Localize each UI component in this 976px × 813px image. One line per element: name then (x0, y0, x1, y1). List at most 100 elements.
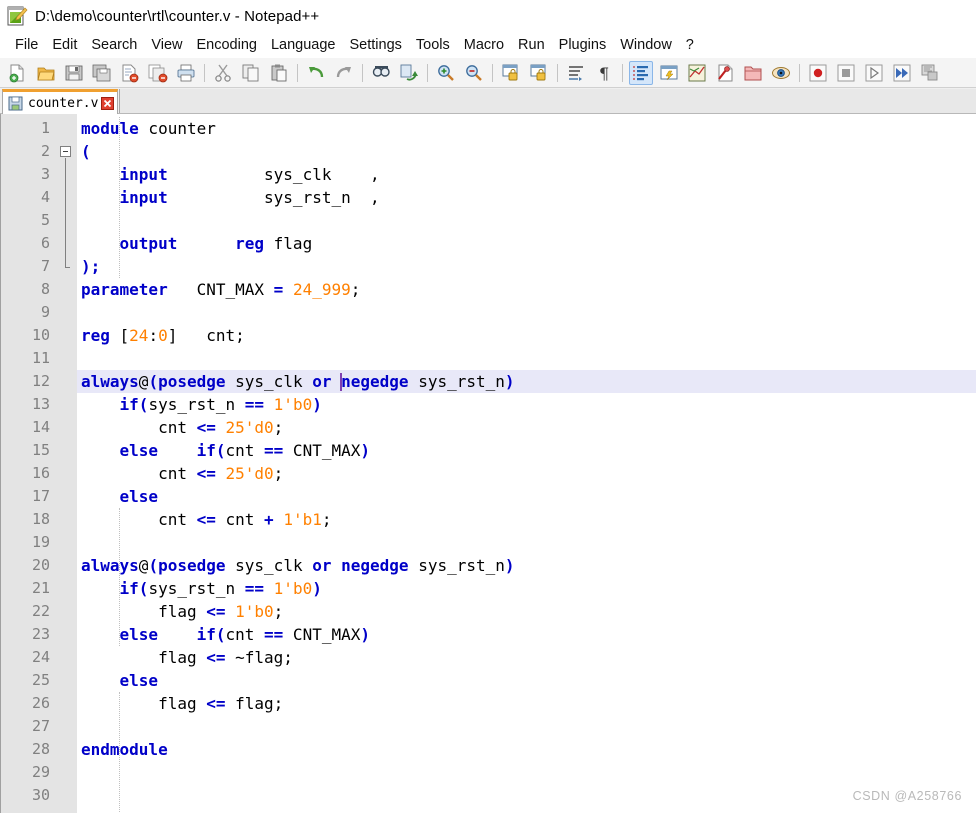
code-line[interactable] (77, 531, 976, 554)
menu-item-view[interactable]: View (144, 35, 189, 55)
menu-item-run[interactable]: Run (511, 35, 552, 55)
fold-row[interactable] (57, 301, 77, 324)
menu-item-encoding[interactable]: Encoding (190, 35, 264, 55)
fold-row[interactable] (57, 485, 77, 508)
code-line[interactable]: reg [24:0] cnt; (77, 324, 976, 347)
code-line[interactable]: if(sys_rst_n == 1'b0) (77, 393, 976, 416)
code-line[interactable]: flag <= ~flag; (77, 646, 976, 669)
fold-row[interactable] (57, 347, 77, 370)
macro-save-icon[interactable] (918, 61, 942, 85)
fold-row[interactable] (57, 738, 77, 761)
fold-row[interactable] (57, 508, 77, 531)
undo-icon[interactable] (304, 61, 328, 85)
word-wrap-icon[interactable] (564, 61, 588, 85)
close-all-files-icon[interactable] (146, 61, 170, 85)
code-line[interactable] (77, 347, 976, 370)
fold-row[interactable] (57, 439, 77, 462)
macro-record-icon[interactable] (806, 61, 830, 85)
code-line[interactable] (77, 209, 976, 232)
code-line[interactable]: else if(cnt == CNT_MAX) (77, 623, 976, 646)
tab-counter-v[interactable]: counter.v (2, 89, 119, 114)
fold-row[interactable] (57, 784, 77, 807)
fold-row[interactable] (57, 577, 77, 600)
fold-row[interactable] (57, 324, 77, 347)
open-file-icon[interactable] (34, 61, 58, 85)
menu-item-tools[interactable]: Tools (409, 35, 457, 55)
code-line[interactable] (77, 784, 976, 807)
fold-row[interactable] (57, 761, 77, 784)
save-icon[interactable] (62, 61, 86, 85)
fold-row[interactable] (57, 278, 77, 301)
code-line[interactable]: else (77, 669, 976, 692)
code-line[interactable]: cnt <= 25'd0; (77, 462, 976, 485)
fold-row[interactable] (57, 715, 77, 738)
code-line[interactable]: input sys_clk , (77, 163, 976, 186)
paste-icon[interactable] (267, 61, 291, 85)
menu-item-search[interactable]: Search (84, 35, 144, 55)
show-ui-icon[interactable] (657, 61, 681, 85)
indent-guideline-icon[interactable] (629, 60, 653, 85)
code-line[interactable]: cnt <= cnt + 1'b1; (77, 508, 976, 531)
fold-collapse-icon[interactable] (60, 146, 71, 157)
menu-item-edit[interactable]: Edit (45, 35, 84, 55)
fold-row[interactable] (57, 186, 77, 209)
folder-as-workspace-icon[interactable] (741, 61, 765, 85)
close-icon[interactable] (100, 96, 114, 110)
document-map-icon[interactable] (685, 61, 709, 85)
menu-item-help[interactable]: ? (679, 35, 701, 55)
fold-row[interactable] (57, 600, 77, 623)
fold-row[interactable] (57, 692, 77, 715)
code-line[interactable]: else if(cnt == CNT_MAX) (77, 439, 976, 462)
fold-margin[interactable] (57, 114, 77, 813)
fold-row[interactable] (57, 393, 77, 416)
code-area[interactable]: module counter ( input sys_clk , input sy… (77, 114, 976, 813)
fold-row[interactable] (57, 669, 77, 692)
menu-item-language[interactable]: Language (264, 35, 343, 55)
save-all-icon[interactable] (90, 61, 114, 85)
zoom-in-icon[interactable] (434, 61, 458, 85)
fold-row[interactable] (57, 531, 77, 554)
code-line[interactable] (77, 715, 976, 738)
code-line[interactable]: parameter CNT_MAX = 24_999; (77, 278, 976, 301)
code-line[interactable]: output reg flag (77, 232, 976, 255)
new-file-icon[interactable] (6, 61, 30, 85)
sync-horizontal-scroll-icon[interactable] (527, 61, 551, 85)
zoom-out-icon[interactable] (462, 61, 486, 85)
fold-row[interactable] (57, 416, 77, 439)
fold-row[interactable] (57, 117, 77, 140)
monitoring-eye-icon[interactable] (769, 61, 793, 85)
fold-row[interactable] (57, 209, 77, 232)
fold-row[interactable] (57, 646, 77, 669)
cut-icon[interactable] (211, 61, 235, 85)
sync-vertical-scroll-icon[interactable] (499, 61, 523, 85)
macro-run-multiple-icon[interactable] (890, 61, 914, 85)
copy-icon[interactable] (239, 61, 263, 85)
fold-row[interactable] (57, 623, 77, 646)
menu-item-window[interactable]: Window (613, 35, 679, 55)
menu-item-settings[interactable]: Settings (342, 35, 408, 55)
fold-row[interactable] (57, 163, 77, 186)
close-file-icon[interactable] (118, 61, 142, 85)
macro-stop-icon[interactable] (834, 61, 858, 85)
fold-row[interactable] (57, 554, 77, 577)
menu-item-macro[interactable]: Macro (457, 35, 511, 55)
code-line[interactable]: if(sys_rst_n == 1'b0) (77, 577, 976, 600)
code-line[interactable]: ( (77, 140, 976, 163)
print-icon[interactable] (174, 61, 198, 85)
replace-icon[interactable] (397, 61, 421, 85)
code-line[interactable] (77, 301, 976, 324)
code-line[interactable] (77, 761, 976, 784)
code-line[interactable]: endmodule (77, 738, 976, 761)
code-line[interactable]: always@(posedge sys_clk or negedge sys_r… (77, 370, 976, 393)
fold-row[interactable] (57, 370, 77, 393)
code-line[interactable]: flag <= 1'b0; (77, 600, 976, 623)
redo-icon[interactable] (332, 61, 356, 85)
find-icon[interactable] (369, 61, 393, 85)
fold-row[interactable] (57, 462, 77, 485)
code-line[interactable]: module counter (77, 117, 976, 140)
code-line[interactable]: cnt <= 25'd0; (77, 416, 976, 439)
menu-item-plugins[interactable]: Plugins (552, 35, 614, 55)
code-line[interactable]: else (77, 485, 976, 508)
code-editor[interactable]: 1 2 3 4 5 6 7 8 9 10 11 12 13 14 15 16 17 18 19 20 21 22 23 24 2… (0, 114, 976, 813)
fold-row[interactable] (57, 232, 77, 255)
